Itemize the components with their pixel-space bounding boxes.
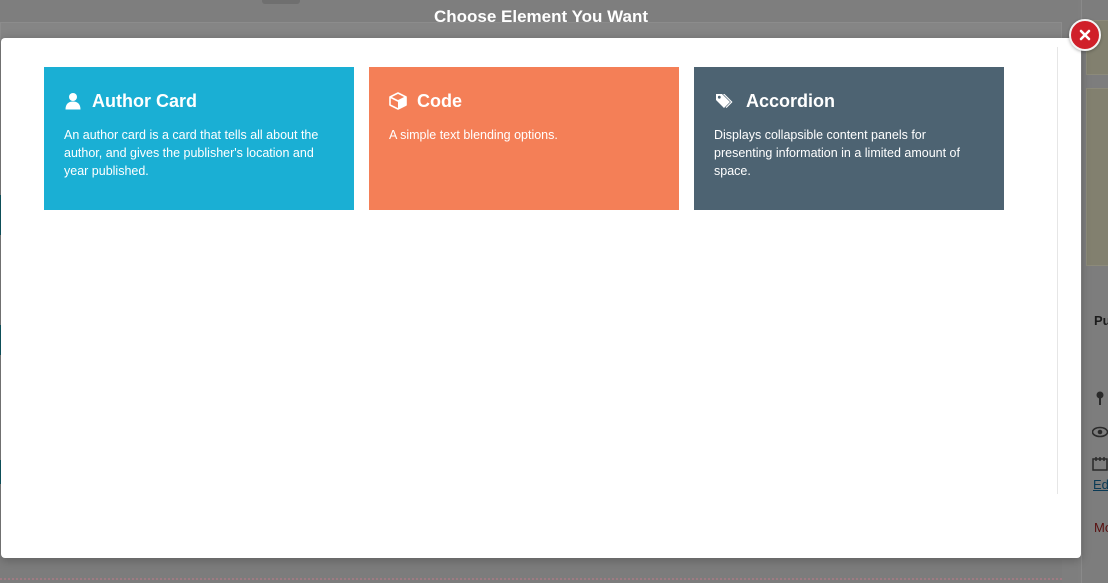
sidebar-edit-link: Ed: [1093, 477, 1108, 492]
close-button[interactable]: [1069, 19, 1101, 51]
tags-icon: [716, 94, 733, 108]
element-card-code[interactable]: Code A simple text blending options.: [369, 67, 679, 210]
card-title: Author Card: [92, 90, 197, 111]
modal-title: Choose Element You Want: [433, 7, 649, 26]
background-sidebar: Pu Ed Mo: [1081, 0, 1108, 583]
cube-icon: [389, 92, 407, 110]
background-tab: [262, 0, 300, 4]
background-dotted-divider: [0, 578, 1062, 580]
card-header: Code: [389, 91, 659, 111]
card-description: A simple text blending options.: [389, 128, 558, 142]
calendar-icon: [1092, 457, 1108, 471]
sidebar-move-link: Mo: [1094, 520, 1108, 535]
pin-icon: [1096, 391, 1104, 405]
element-card-author-card[interactable]: Author Card An author card is a card tha…: [44, 67, 354, 210]
sidebar-panel: [1086, 88, 1108, 266]
element-picker-modal: Author Card An author card is a card tha…: [1, 38, 1081, 558]
card-title: Accordion: [746, 90, 836, 111]
element-card-accordion[interactable]: Accordion Displays collapsible content p…: [694, 67, 1004, 210]
eye-icon: [1092, 426, 1108, 438]
card-title: Code: [417, 90, 462, 111]
card-description: An author card is a card that tells all …: [64, 128, 319, 178]
card-description: Displays collapsible content panels for …: [714, 128, 960, 178]
card-header: Author Card: [64, 91, 334, 111]
close-icon: [1079, 29, 1091, 41]
card-header: Accordion: [714, 91, 984, 111]
user-icon: [65, 93, 81, 110]
modal-scrollbar[interactable]: [1057, 47, 1071, 494]
sidebar-publish-heading: Pu: [1094, 313, 1108, 328]
